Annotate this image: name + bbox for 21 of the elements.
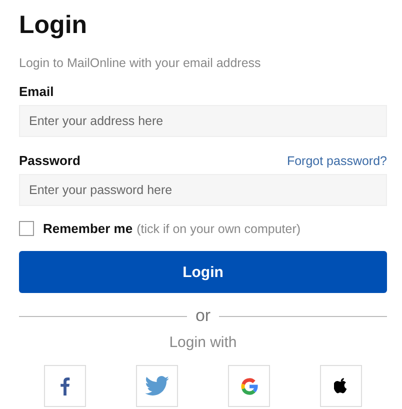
page-title: Login (19, 10, 88, 41)
password-field[interactable]: Enter your password here (19, 174, 387, 206)
login-button[interactable]: Login (19, 251, 387, 293)
bird-icon (145, 376, 169, 396)
remember-label: Remember me (43, 221, 133, 236)
email-field[interactable]: Enter your address here (19, 105, 387, 137)
field-label: Email (19, 84, 54, 100)
google-icon (240, 378, 258, 394)
field-label: Password (19, 153, 80, 169)
facebook-login-button[interactable] (44, 365, 86, 407)
apple-icon (334, 378, 348, 394)
remember-checkbox[interactable] (19, 221, 34, 236)
subtitle: Login to MailOnline with your email address (19, 55, 262, 71)
remember-hint: (tick if on your own computer) (136, 222, 301, 236)
bird-login-button[interactable] (136, 365, 178, 407)
social-login-label: Login with (168, 334, 238, 352)
google-login-button[interactable] (228, 365, 270, 407)
facebook-icon (60, 376, 70, 396)
forgot-password-link[interactable]: Forgot password? (286, 154, 387, 168)
apple-login-button[interactable] (320, 365, 362, 407)
divider-label: or (195, 306, 211, 326)
